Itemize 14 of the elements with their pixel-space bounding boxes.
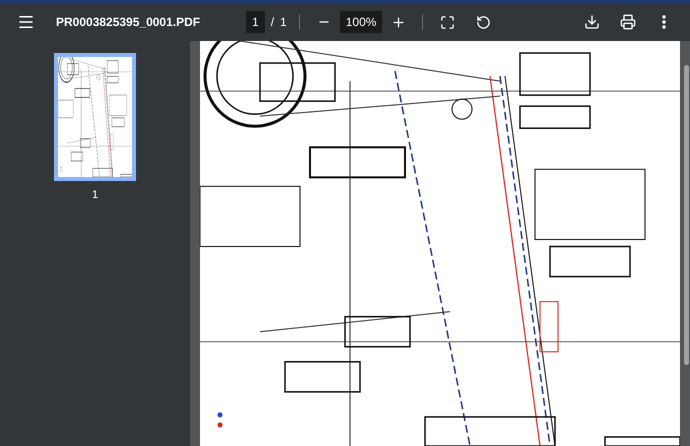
page-number-field[interactable]: 1 — [246, 11, 265, 33]
plus-icon — [390, 14, 406, 30]
zoom-field[interactable]: 100% — [340, 11, 382, 33]
thumbnail-label: 1 — [92, 188, 98, 203]
download-icon — [584, 14, 600, 30]
fit-page-icon — [440, 14, 455, 30]
rotate-icon — [476, 14, 491, 30]
page-separator: / — [270, 14, 274, 31]
menu-icon — [17, 13, 35, 31]
document-title: PR0003825395_0001.PDF — [56, 14, 202, 31]
more-icon — [662, 15, 666, 29]
page-total: 1 — [280, 14, 287, 31]
page-thumbnail[interactable] — [54, 53, 136, 181]
printer-icon — [620, 14, 636, 30]
